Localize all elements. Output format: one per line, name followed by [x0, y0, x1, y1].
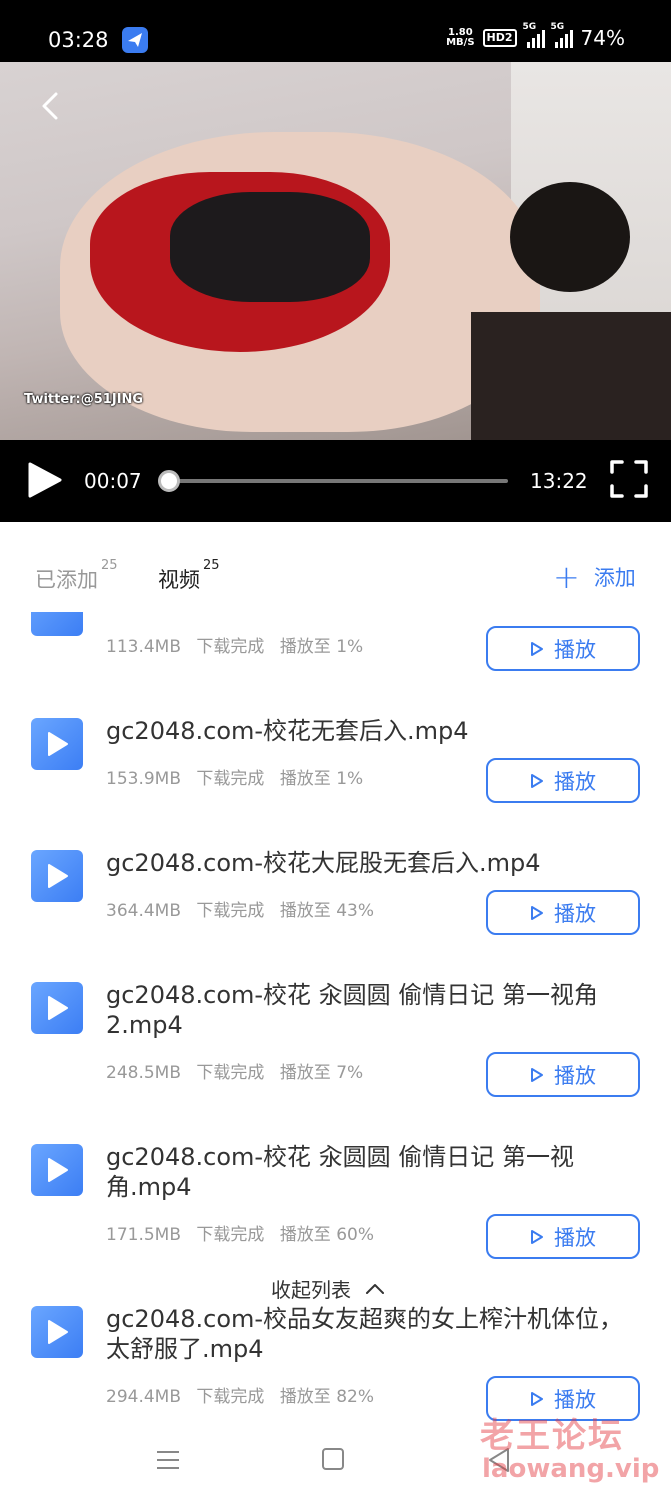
item-play-label: 播放 [554, 769, 596, 794]
status-bar: 03:28 1.80 MB/S HD2 5G 5G 74% [0, 0, 671, 62]
item-status: 下载完成 [196, 769, 265, 789]
video-thumbnail [31, 1144, 83, 1196]
item-size: 248.5MB [106, 1063, 181, 1083]
item-status: 下载完成 [196, 1063, 265, 1083]
status-time: 03:28 [48, 28, 109, 52]
video-thumbnail [31, 982, 83, 1034]
tab-added-label: 已添加 [35, 568, 98, 592]
item-progress: 播放至 7% [279, 1063, 364, 1083]
video-thumbnail [31, 850, 83, 902]
video-thumbnail [31, 612, 83, 636]
item-size: 171.5MB [106, 1225, 181, 1245]
site-watermark-logo: 老王论坛 [480, 1416, 624, 1456]
item-meta: 113.4MB 下载完成 播放至 1% [106, 632, 373, 657]
item-progress: 播放至 1% [279, 769, 364, 789]
net-speed-unit: MB/S [446, 37, 475, 48]
item-play-button[interactable]: 播放 [486, 1052, 640, 1097]
battery-level: 74% [580, 26, 625, 50]
play-icon [48, 1320, 68, 1344]
signal-icon: 5G [523, 22, 545, 48]
item-play-label: 播放 [554, 1063, 596, 1088]
fullscreen-button[interactable] [610, 460, 648, 498]
play-icon [531, 1391, 543, 1406]
play-icon [531, 641, 543, 656]
item-size: 113.4MB [106, 637, 181, 657]
item-play-button[interactable]: 播放 [486, 890, 640, 935]
video-frame[interactable]: Twitter:@51JING [0, 62, 671, 440]
play-icon [531, 1229, 543, 1244]
tab-added[interactable]: 已添加25 [35, 558, 118, 594]
video-content [510, 182, 630, 292]
item-play-label: 播放 [554, 901, 596, 926]
play-icon [48, 864, 68, 888]
back-button[interactable] [32, 86, 68, 126]
item-play-button[interactable]: 播放 [486, 626, 640, 671]
app-notification-icon [122, 27, 148, 53]
signal-icon: 5G [551, 22, 573, 48]
item-size: 364.4MB [106, 901, 181, 921]
item-title: gc2048.com-校花大屁股无套后入.mp4 [106, 849, 541, 877]
play-icon [531, 1067, 543, 1082]
item-meta: 294.4MB 下载完成 播放至 82% [106, 1382, 384, 1407]
video-content [170, 192, 370, 302]
item-title: gc2048.com-校品女友超爽的女上榨汁机体位，太舒服了.mp4 [106, 1305, 624, 1363]
home-icon[interactable] [322, 1448, 344, 1470]
signal-label: 5G [522, 22, 537, 32]
item-meta: 153.9MB 下载完成 播放至 1% [106, 764, 373, 789]
item-progress: 播放至 82% [279, 1387, 375, 1407]
play-icon [48, 1158, 68, 1182]
site-watermark-url: laowang.vip [482, 1454, 660, 1484]
item-play-button[interactable]: 播放 [486, 1214, 640, 1259]
play-icon [48, 732, 68, 756]
item-meta: 171.5MB 下载完成 播放至 60% [106, 1220, 384, 1245]
total-time: 13:22 [530, 469, 588, 493]
recent-apps-icon[interactable] [156, 1448, 180, 1472]
status-indicators: 1.80 MB/S HD2 5G 5G 74% [446, 22, 625, 50]
collapse-list-button[interactable]: 收起列表 [267, 1272, 389, 1305]
player-controls: 00:07 13:22 [0, 440, 671, 522]
collapse-list-label: 收起列表 [271, 1278, 351, 1302]
play-icon [531, 773, 543, 788]
plus-icon: + [553, 558, 580, 596]
item-progress: 播放至 60% [279, 1225, 375, 1245]
play-button[interactable] [24, 460, 64, 500]
item-play-label: 播放 [554, 1225, 596, 1250]
tab-bar: 已添加25 视频25 + 添加 [0, 522, 671, 612]
item-title: gc2048.com-校花 汆圆圆 偷情日记 第一视角.mp4 [106, 1143, 574, 1201]
tab-video-label: 视频 [158, 568, 200, 592]
item-status: 下载完成 [196, 1225, 265, 1245]
tab-added-count: 25 [101, 558, 118, 573]
current-time: 00:07 [84, 469, 142, 493]
item-size: 153.9MB [106, 769, 181, 789]
item-title: gc2048.com-校花无套后入.mp4 [106, 717, 469, 745]
item-status: 下载完成 [196, 901, 265, 921]
item-progress: 播放至 1% [279, 637, 364, 657]
add-button-label: 添加 [593, 566, 636, 590]
item-progress: 播放至 43% [279, 901, 375, 921]
seek-bar[interactable] [158, 470, 508, 492]
video-content [471, 312, 671, 440]
item-title: gc2048.com-校花 汆圆圆 偷情日记 第一视角2.mp4 [106, 981, 598, 1039]
play-icon [48, 996, 68, 1020]
signal-label: 5G [550, 22, 565, 32]
item-size: 294.4MB [106, 1387, 181, 1407]
net-speed: 1.80 MB/S [446, 28, 474, 48]
video-list[interactable]: 113.4MB 下载完成 播放至 1% 播放 gc2048.com-校花无套后入… [0, 612, 671, 1432]
item-play-button[interactable]: 播放 [486, 758, 640, 803]
item-meta: 248.5MB 下载完成 播放至 7% [106, 1058, 373, 1083]
add-button[interactable]: + 添加 [553, 558, 636, 596]
video-thumbnail [31, 718, 83, 770]
chevron-up-icon [366, 1283, 384, 1294]
item-status: 下载完成 [196, 1387, 265, 1407]
video-thumbnail [31, 1306, 83, 1358]
tab-video[interactable]: 视频25 [158, 558, 220, 594]
hd-badge: HD2 [482, 29, 517, 47]
item-play-label: 播放 [554, 637, 596, 662]
play-icon [531, 905, 543, 920]
seek-bar-thumb[interactable] [158, 470, 181, 492]
tab-video-count: 25 [203, 558, 220, 573]
item-meta: 364.4MB 下载完成 播放至 43% [106, 896, 384, 921]
item-status: 下载完成 [196, 637, 265, 657]
video-watermark: Twitter:@51JING [24, 392, 144, 407]
